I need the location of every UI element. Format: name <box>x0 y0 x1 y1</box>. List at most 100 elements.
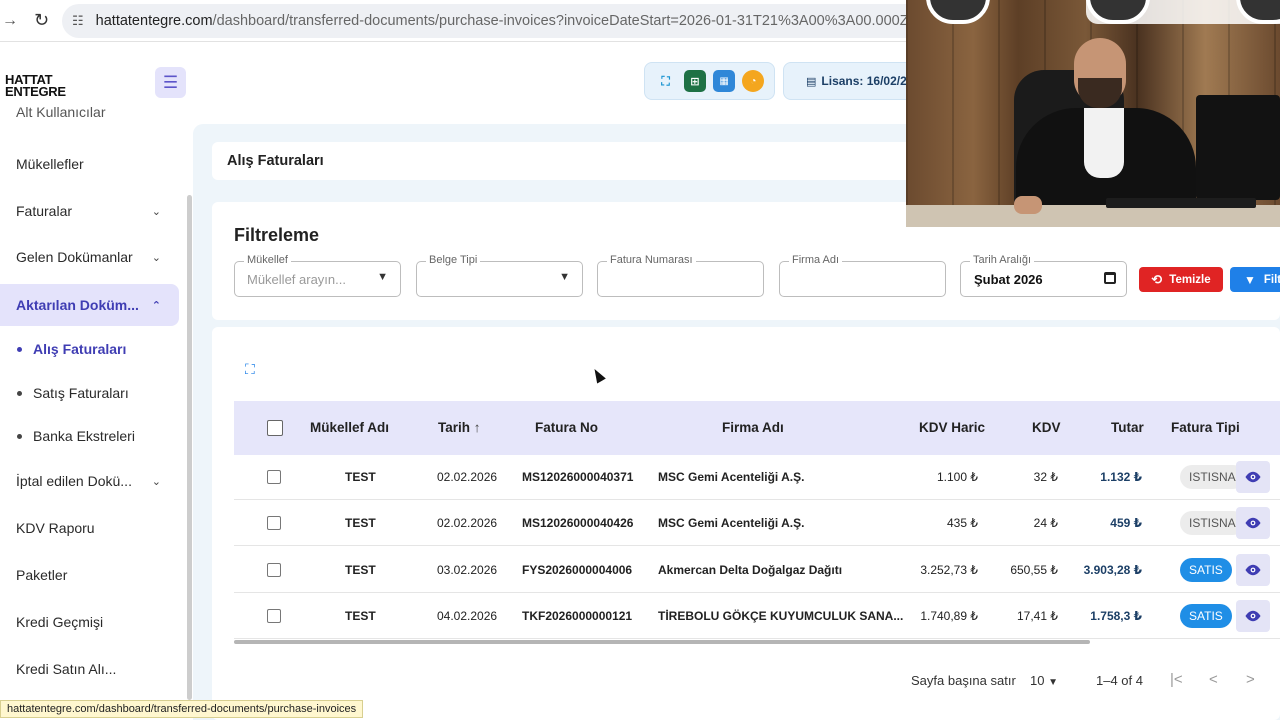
field-label: Firma Adı <box>789 254 843 266</box>
timer-icon[interactable]: ◔ <box>742 70 765 92</box>
fullscreen-icon[interactable]: ⛶ <box>655 70 677 92</box>
sidebar-item-label: Faturalar <box>16 203 73 219</box>
view-eye-icon[interactable] <box>1236 461 1270 493</box>
url-path: /dashboard/transferred-documents/purchas… <box>212 13 942 29</box>
sidebar-subitem-satis-faturalari[interactable]: Satış Faturaları <box>17 378 129 408</box>
field-label: Fatura Numarası <box>607 254 696 266</box>
sidebar-item-label: Paketler <box>16 567 68 583</box>
view-eye-icon[interactable] <box>1236 554 1270 586</box>
firma-adi-input[interactable]: Firma Adı <box>779 254 946 297</box>
chevron-down-icon: ⌄ <box>151 251 161 264</box>
sidebar-item-kdv-raporu[interactable]: KDV Raporu <box>0 507 179 549</box>
belge-tipi-select[interactable]: Belge Tipi ▼ <box>416 254 583 297</box>
back-arrow-icon[interactable]: → <box>2 12 18 30</box>
cell-mukellef: TEST <box>345 609 376 623</box>
table-card: ⛶ Mükellef Adı Tarih ↑ Fatura No Firma A… <box>212 327 1280 720</box>
cell-tarih: 02.02.2026 <box>437 516 498 530</box>
table-header: Mükellef Adı Tarih ↑ Fatura No Firma Adı… <box>234 401 1280 455</box>
clear-button[interactable]: ⟲ Temizle <box>1139 267 1223 292</box>
logo-line2: ENTEGRE <box>5 84 66 99</box>
fatura-tipi-badge: ISTISNA <box>1180 511 1245 535</box>
cell-tutar: 459 ₺ <box>1110 516 1142 530</box>
sidebar-subitem-alis-faturalari[interactable]: Alış Faturaları <box>17 334 126 364</box>
row-checkbox[interactable] <box>267 563 281 577</box>
cell-kdv: 24 ₺ <box>1033 516 1058 530</box>
cell-kdv-haric: 1.740,89 ₺ <box>920 609 978 623</box>
next-page-icon[interactable]: > <box>1246 671 1255 688</box>
cell-firma: MSC Gemi Acenteliği A.Ş. <box>658 470 805 484</box>
sidebar-item-aktarilan-dokumanlar[interactable]: Aktarılan Doküm... ⌃ <box>0 284 179 326</box>
menu-toggle-button[interactable]: ☰ <box>155 67 186 98</box>
table-horizontal-scrollbar[interactable] <box>234 640 1090 644</box>
license-badge[interactable]: ▤ Lisans: 16/02/20 <box>783 62 923 100</box>
table-row[interactable]: TEST 04.02.2026 TKF2026000000121 TİREBOLU G… <box>234 593 1280 639</box>
dropdown-caret-icon: ▼ <box>1048 677 1058 688</box>
calendar-picker-icon[interactable] <box>1104 272 1116 284</box>
sidebar-item-label: Alt Kullanıcılar <box>16 104 106 120</box>
monitor <box>1196 95 1280 200</box>
view-eye-icon[interactable] <box>1236 507 1270 539</box>
bullet-icon <box>17 390 22 396</box>
cell-tarih: 02.02.2026 <box>437 470 498 484</box>
fatura-no-input[interactable]: Fatura Numarası <box>597 254 764 297</box>
column-header[interactable]: Tutar <box>1111 420 1144 435</box>
sidebar-subitem-label: Banka Ekstreleri <box>33 428 135 444</box>
cell-fatura-no: TKF2026000000121 <box>522 609 633 623</box>
app-logo[interactable]: HATTAT ENTEGRE <box>5 73 66 99</box>
tarih-araligi-input[interactable]: Tarih Aralığı Şubat 2026 <box>960 254 1127 297</box>
mukellef-select[interactable]: Mükellef Mükellef arayın... ▼ <box>234 254 401 297</box>
cell-tutar: 1.132 ₺ <box>1100 470 1142 484</box>
row-checkbox[interactable] <box>267 470 281 484</box>
sidebar-item-faturalar[interactable]: Faturalar ⌄ <box>0 190 179 232</box>
cell-kdv-haric: 435 ₺ <box>947 516 978 530</box>
person-shirt <box>1084 108 1124 178</box>
cell-fatura-no: MS12026000040371 <box>522 470 634 484</box>
quick-tools: ⛶ ⊞ ▦ ◔ <box>644 62 775 100</box>
url-host: hattatentegre.com <box>95 13 213 29</box>
site-settings-icon[interactable]: ☷ <box>72 13 84 29</box>
reload-icon[interactable]: ↻ <box>34 10 49 31</box>
select-all-checkbox[interactable] <box>267 420 283 436</box>
rows-per-page-label: Sayfa başına satır <box>911 673 1016 688</box>
rows-per-page-select[interactable]: 10 ▼ <box>1030 673 1058 688</box>
sidebar-item-label: İptal edilen Dokü... <box>16 473 132 489</box>
column-header[interactable]: Firma Adı <box>722 420 784 435</box>
table-row[interactable]: TEST 03.02.2026 FYS2026000004006 Akmercan D… <box>234 547 1280 593</box>
sidebar-subitem-label: Alış Faturaları <box>33 341 127 357</box>
cell-mukellef: TEST <box>345 563 376 577</box>
table-row[interactable]: TEST 02.02.2026 MS12026000040426 MSC Gemi A… <box>234 500 1280 546</box>
table-row[interactable]: TEST 02.02.2026 MS12026000040371 MSC Gemi A… <box>234 454 1280 500</box>
address-bar[interactable]: ☷ hattatentegre.com/dashboard/transferre… <box>62 4 942 38</box>
cell-fatura-no: MS12026000040426 <box>522 516 634 530</box>
dropdown-caret-icon: ▼ <box>377 271 388 283</box>
first-page-icon[interactable]: |< <box>1170 671 1183 688</box>
column-header[interactable]: KDV Haric <box>919 420 985 435</box>
sidebar-item-iptal-edilen[interactable]: İptal edilen Dokü... ⌄ <box>0 460 179 502</box>
sidebar-item-gelen-dokumanlar[interactable]: Gelen Dokümanlar ⌄ <box>0 236 179 278</box>
calendar-icon[interactable]: ▦ <box>713 70 736 92</box>
column-header[interactable]: Fatura No <box>535 420 598 435</box>
keyboard <box>1106 198 1256 208</box>
sidebar-item-label: Kredi Satın Alı... <box>16 661 117 677</box>
sidebar-item-mukellefler[interactable]: Mükellefler <box>0 143 179 185</box>
fullscreen-toggle-icon[interactable]: ⛶ <box>245 362 259 376</box>
column-header[interactable]: Fatura Tipi <box>1171 420 1240 435</box>
sidebar-item-alt-kullanicilar[interactable]: Alt Kullanıcılar <box>0 100 179 128</box>
excel-icon[interactable]: ⊞ <box>683 70 706 92</box>
column-header[interactable]: Mükellef Adı <box>310 420 389 435</box>
prev-page-icon[interactable]: < <box>1209 671 1218 688</box>
desk <box>906 205 1280 227</box>
sidebar-scrollbar[interactable] <box>187 195 192 700</box>
view-eye-icon[interactable] <box>1236 600 1270 632</box>
field-value: Şubat 2026 <box>974 272 1043 287</box>
filter-title: Filtreleme <box>234 225 320 245</box>
column-header-tarih[interactable]: Tarih ↑ <box>438 420 481 435</box>
row-checkbox[interactable] <box>267 516 281 530</box>
sidebar-item-kredi-gecmisi[interactable]: Kredi Geçmişi <box>0 601 179 643</box>
row-checkbox[interactable] <box>267 609 281 623</box>
sidebar-subitem-banka-ekstreleri[interactable]: Banka Ekstreleri <box>17 421 135 451</box>
column-header[interactable]: KDV <box>1032 420 1061 435</box>
sidebar-item-kredi-satin-al[interactable]: Kredi Satın Alı... <box>0 648 179 690</box>
sidebar-item-paketler[interactable]: Paketler <box>0 554 179 596</box>
filter-button[interactable]: ▼ Filt <box>1230 267 1280 292</box>
